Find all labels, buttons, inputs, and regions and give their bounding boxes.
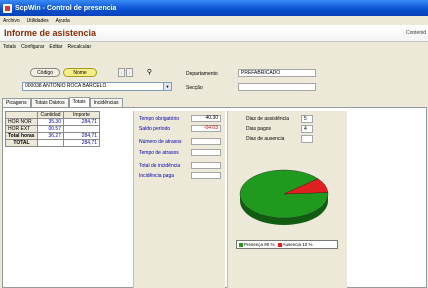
chart-legend: Presença 90 % Ausencia 10 % bbox=[236, 240, 338, 249]
window-titlebar: ScpWin - Control de presencia bbox=[0, 0, 428, 16]
form-menu: Totals Configurar Editar Recalcular bbox=[0, 43, 428, 51]
legend-swatch-ausencia bbox=[277, 242, 282, 247]
app-icon bbox=[3, 3, 12, 13]
cell-cantidad: 35.30 bbox=[37, 118, 64, 126]
dias-pagos-label: Dias pagos bbox=[246, 126, 272, 132]
tab-picagens[interactable]: Picagens bbox=[2, 98, 31, 107]
menu-editar[interactable]: Editar bbox=[49, 44, 62, 50]
binoculars-icon[interactable]: ⚲ bbox=[145, 68, 154, 77]
form-title: Informe de asistencia bbox=[4, 28, 97, 38]
employee-select[interactable]: 000038 ANTONIO ROCA BARCELO ▼ bbox=[22, 82, 172, 91]
tempo-atrasos-value bbox=[191, 149, 221, 156]
dias-assistencia-value: 5 bbox=[301, 115, 313, 123]
attendance-pie-chart bbox=[239, 169, 329, 225]
grid-header-cantidad: Cantidad bbox=[37, 111, 64, 119]
table-row[interactable]: TOTAL 284,71 bbox=[5, 139, 100, 147]
menu-ayuda[interactable]: Ayuda bbox=[56, 18, 70, 24]
tempo-obrigatorio-label: Tempo obrigatório bbox=[139, 116, 180, 122]
dias-pagos-value: 4 bbox=[301, 125, 313, 133]
grid-header-blank bbox=[5, 111, 38, 119]
dias-ausencia-value bbox=[301, 135, 313, 143]
incidencia-paga-value bbox=[191, 172, 221, 179]
dias-ausencia-label: Dias de ausencia bbox=[246, 136, 285, 142]
legend-ausencia: Ausencia 10 % bbox=[282, 242, 313, 247]
saldo-periodo-value: -04.03 bbox=[191, 125, 221, 132]
section-field[interactable] bbox=[238, 83, 316, 91]
dias-assistencia-label: Dias de assistência bbox=[246, 116, 290, 122]
next-icon[interactable]: | bbox=[126, 68, 133, 77]
menu-totals[interactable]: Totals bbox=[3, 44, 16, 50]
dept-field[interactable]: PREFABRICADO bbox=[238, 69, 316, 77]
menu-bar: Archivo Utilidades Ayuda bbox=[0, 16, 428, 25]
tempo-obrigatorio-value: 40.30 bbox=[191, 115, 221, 122]
row-label: HOR NOR bbox=[5, 118, 38, 126]
row-label: TOTAL bbox=[5, 139, 38, 147]
prev-icon[interactable]: | bbox=[118, 68, 125, 77]
nombre-button[interactable]: Nome bbox=[63, 68, 97, 77]
grid-header-row: Cantidad Importe bbox=[5, 111, 100, 119]
row-label: Total horas bbox=[5, 132, 38, 140]
chevron-down-icon[interactable]: ▼ bbox=[163, 83, 171, 90]
grid-header-importe: Importe bbox=[63, 111, 100, 119]
incidencia-paga-label: Incidência paga bbox=[139, 173, 175, 179]
menu-archivo[interactable]: Archivo bbox=[3, 18, 20, 24]
dept-label: Departamento bbox=[186, 71, 218, 77]
employee-selected: 000038 ANTONIO ROCA BARCELO bbox=[25, 83, 107, 89]
codigo-button[interactable]: Código bbox=[30, 68, 60, 77]
cell-importe bbox=[63, 125, 100, 133]
cell-cantidad bbox=[37, 139, 64, 147]
cell-importe: 284,71 bbox=[63, 118, 100, 126]
saldo-periodo-label: Saldo período bbox=[139, 126, 171, 132]
menu-configurar[interactable]: Configurar bbox=[21, 44, 44, 50]
total-incidencia-value bbox=[191, 162, 221, 169]
tab-totais-diarios[interactable]: Totais Diários bbox=[30, 98, 69, 107]
tab-bar: Picagens Totais Diários Totais Incidênci… bbox=[2, 97, 123, 107]
form-header: Informe de asistencia Contenid bbox=[0, 25, 428, 42]
menu-recalcular[interactable]: Recalcular bbox=[67, 44, 91, 50]
summary-panel: Tempo obrigatório 40.30 Saldo período -0… bbox=[133, 111, 225, 288]
table-row[interactable]: HOR NOR 35.30 284,71 bbox=[5, 118, 100, 126]
numero-atrasos-value bbox=[191, 138, 221, 145]
menu-utilidades[interactable]: Utilidades bbox=[27, 18, 49, 24]
cell-cantidad: 00.57 bbox=[37, 125, 64, 133]
totals-grid: Cantidad Importe HOR NOR 35.30 284,71 HO… bbox=[5, 111, 100, 147]
cell-importe: 284,71 bbox=[63, 132, 100, 140]
legend-swatch-presenca bbox=[239, 242, 243, 247]
section-label: Secção bbox=[186, 85, 203, 91]
tempo-atrasos-label: Tempo de atrasos bbox=[139, 150, 179, 156]
form-right-label: Contenid bbox=[405, 30, 426, 36]
numero-atrasos-label: Número de atrasos bbox=[139, 139, 182, 145]
cell-cantidad: 36.27 bbox=[37, 132, 64, 140]
tab-incidencias[interactable]: Incidências bbox=[89, 98, 123, 107]
total-incidencia-label: Total de incidência bbox=[139, 163, 181, 169]
cell-importe: 284,71 bbox=[63, 139, 100, 147]
table-row[interactable]: HOR EXT 00.57 bbox=[5, 125, 100, 133]
tab-totais[interactable]: Totais bbox=[68, 97, 90, 107]
table-row[interactable]: Total horas 36.27 284,71 bbox=[5, 132, 100, 140]
legend-presenca: Presença 90 % bbox=[244, 242, 275, 247]
row-label: HOR EXT bbox=[5, 125, 38, 133]
window-title: ScpWin - Control de presencia bbox=[15, 4, 117, 12]
